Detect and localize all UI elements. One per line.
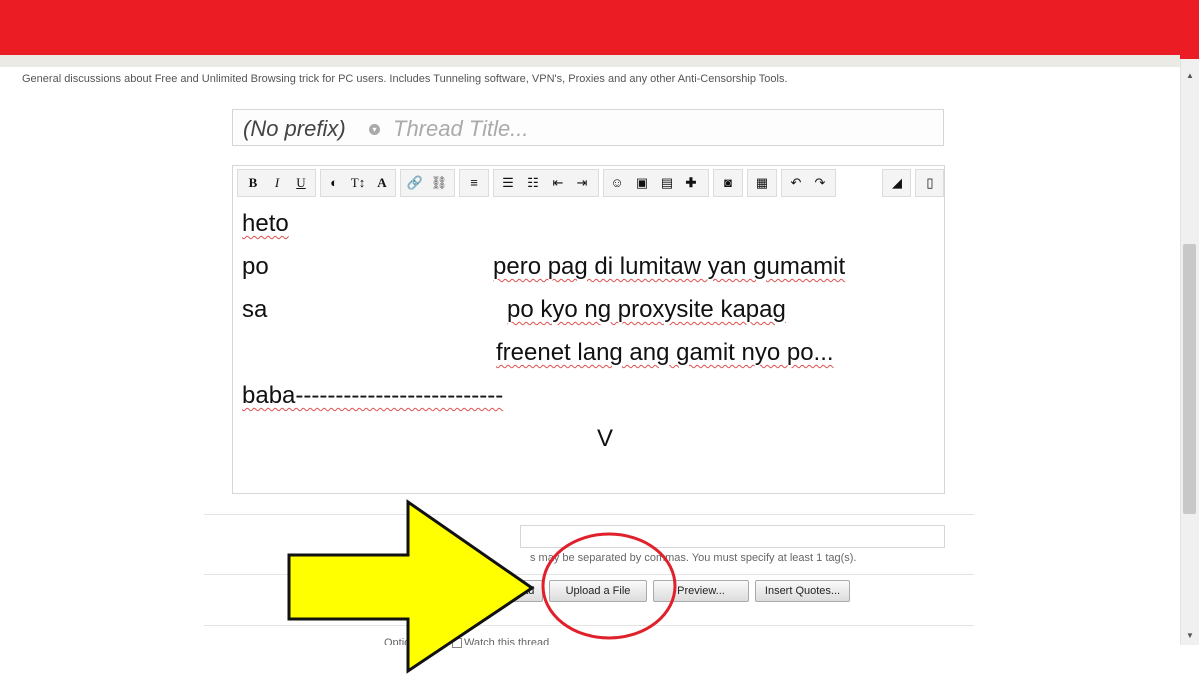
toolbar-group-screenshot: ◙: [713, 169, 743, 197]
media-icon[interactable]: ▤: [657, 173, 677, 193]
image-icon[interactable]: ▣: [632, 173, 652, 193]
view-source-icon[interactable]: ▯: [920, 173, 940, 193]
scrollbar-thumb[interactable]: [1183, 244, 1196, 514]
header-red-bar: [0, 0, 1199, 59]
insert-icon[interactable]: ✚: [681, 173, 701, 193]
screenshot-icon[interactable]: ◙: [718, 173, 738, 193]
outdent-icon[interactable]: ⇤: [548, 173, 568, 193]
align-icon[interactable]: ≡: [464, 173, 484, 193]
thread-title-input[interactable]: Thread Title...: [393, 116, 529, 142]
toolbar-group-insert: ☺ ▣ ▤ ✚: [603, 169, 709, 197]
toolbar-group-font: ◐ T↕ A: [320, 169, 396, 197]
toolbar-group-lists: ☰ ☷ ⇤ ⇥: [493, 169, 599, 197]
red-circle-annotation: [541, 532, 677, 640]
thread-title-row: (No prefix) ▾ Thread Title...: [232, 109, 944, 146]
toolbar-group-style: B I U: [237, 169, 316, 197]
editor-line: po kyo ng proxysite kapag: [507, 296, 786, 323]
italic-icon[interactable]: I: [267, 173, 287, 193]
save-draft-icon[interactable]: ▦: [752, 173, 772, 193]
forum-page: General discussions about Free and Unlim…: [0, 67, 1180, 674]
forum-description: General discussions about Free and Unlim…: [22, 73, 788, 85]
scroll-down-icon[interactable]: ▼: [1184, 630, 1196, 642]
chevron-down-icon[interactable]: ▾: [369, 124, 380, 135]
bullet-list-icon[interactable]: ☰: [498, 173, 518, 193]
editor-line: freenet lang ang gamit nyo po...: [496, 339, 834, 366]
unlink-icon[interactable]: ⛓: [429, 173, 449, 193]
editor-line: pero pag di lumitaw yan gumamit: [493, 253, 846, 280]
link-icon[interactable]: 🔗: [405, 173, 425, 193]
underline-icon[interactable]: U: [291, 173, 311, 193]
redo-icon[interactable]: ↷: [810, 173, 830, 193]
yellow-arrow-annotation: [287, 499, 535, 674]
undo-icon[interactable]: ↶: [786, 173, 806, 193]
vertical-scrollbar[interactable]: ▲ ▼: [1180, 59, 1199, 645]
font-size-icon[interactable]: T↕: [348, 173, 368, 193]
toolbar-group-history: ↶ ↷: [781, 169, 836, 197]
toolbar-group-align: ≡: [459, 169, 489, 197]
remove-formatting-icon[interactable]: ◢: [887, 173, 907, 193]
numbered-list-icon[interactable]: ☷: [523, 173, 543, 193]
toolbar-group-draft: ▦: [747, 169, 777, 197]
toolbar-group-source: ▯: [915, 169, 944, 197]
editor-line: sa: [242, 296, 268, 323]
indent-icon[interactable]: ⇥: [572, 173, 592, 193]
scroll-up-icon[interactable]: ▲: [1184, 70, 1196, 82]
toolbar-group-format: ◢: [882, 169, 911, 197]
message-editor[interactable]: B I U ◐ T↕ A 🔗 ⛓ ≡ ☰ ☷ ⇤ ⇥ ☺ ▣ ▤ ✚ ◙ ▦ ↶…: [232, 165, 945, 494]
bold-icon[interactable]: B: [243, 173, 263, 193]
font-family-icon[interactable]: A: [372, 173, 392, 193]
text-color-icon[interactable]: ◐: [324, 173, 344, 193]
editor-line: po: [242, 253, 269, 280]
smilie-icon[interactable]: ☺: [607, 173, 627, 193]
toolbar-group-links: 🔗 ⛓: [400, 169, 455, 197]
editor-line: baba--------------------------: [242, 382, 504, 409]
editor-line: heto: [242, 210, 289, 237]
editor-toolbar: B I U ◐ T↕ A 🔗 ⛓ ≡ ☰ ☷ ⇤ ⇥ ☺ ▣ ▤ ✚ ◙ ▦ ↶…: [237, 168, 944, 198]
editor-line: V: [597, 425, 614, 452]
prefix-select[interactable]: (No prefix): [243, 116, 346, 142]
insert-quotes-button[interactable]: Insert Quotes...: [755, 580, 850, 602]
